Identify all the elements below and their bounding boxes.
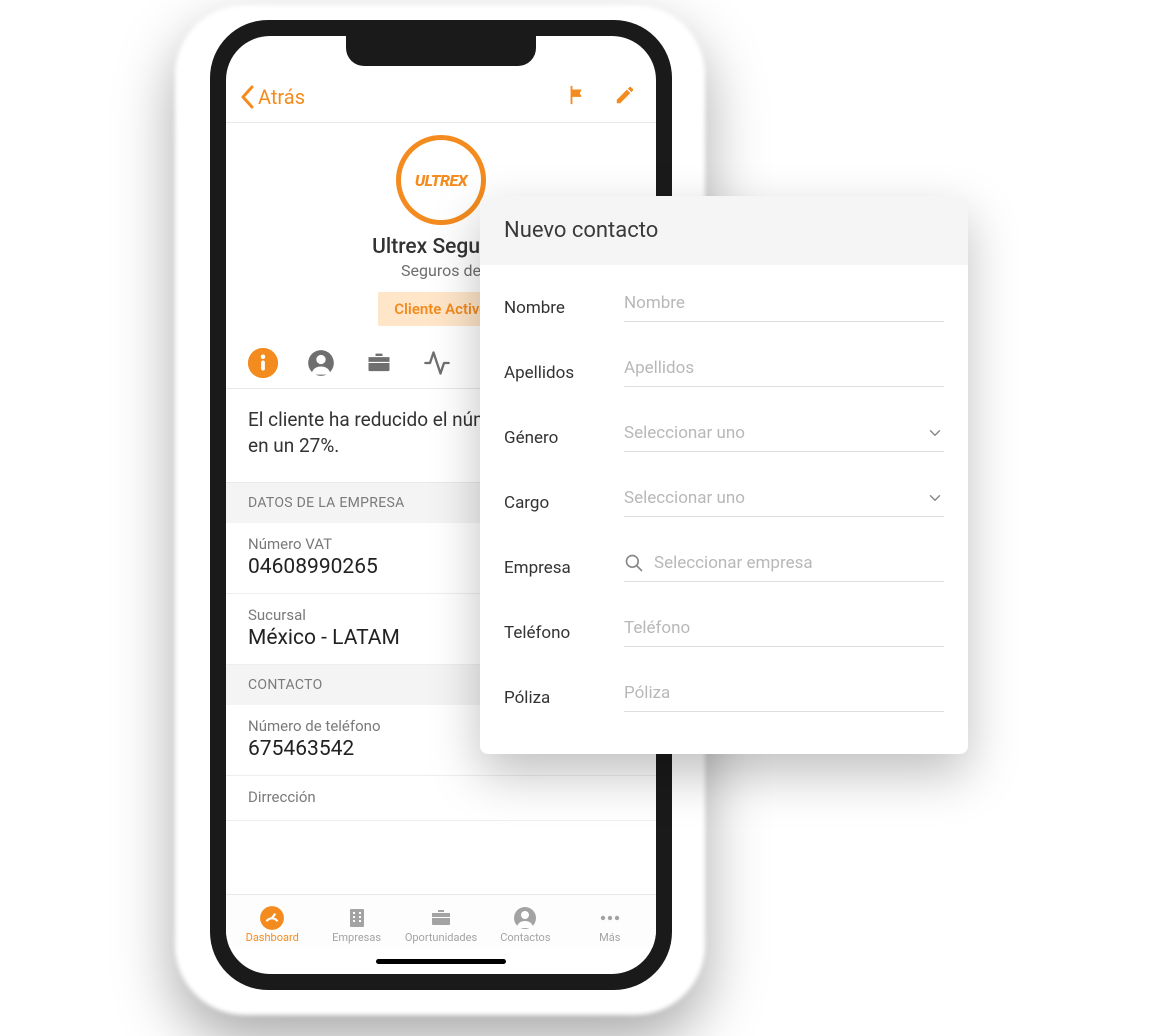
nav-more[interactable]: Más [568,905,652,944]
role-label: Cargo [504,493,624,513]
nav-label: Dashboard [246,931,299,944]
gender-placeholder: Seleccionar uno [624,423,916,443]
form-row-company: Empresa Seleccionar empresa [504,535,944,600]
phone-field-label: Teléfono [504,623,624,643]
form-row-role: Cargo Seleccionar uno [504,470,944,535]
tab-person[interactable] [306,348,336,378]
info-icon [248,348,278,378]
role-placeholder: Seleccionar uno [624,488,916,508]
company-placeholder: Seleccionar empresa [654,553,944,573]
nav-dashboard[interactable]: Dashboard [230,905,314,944]
home-indicator [226,948,656,974]
address-label: Dirrección [248,788,634,806]
form-row-gender: Género Seleccionar uno [504,405,944,470]
more-icon [597,906,623,930]
company-label: Empresa [504,558,624,578]
panel-title: Nuevo contacto [480,196,968,265]
activity-icon [422,349,452,377]
bottom-nav: Dashboard Empresas Oportunidades Contact… [226,894,656,948]
form-row-policy: Póliza Póliza [504,665,944,730]
nav-label: Contactos [500,931,550,944]
tab-briefcase[interactable] [364,348,394,378]
flag-icon[interactable] [566,84,588,110]
back-label: Atrás [258,85,305,109]
lastname-placeholder: Apellidos [624,358,944,378]
chevron-down-icon [926,489,944,507]
briefcase-icon [428,906,454,930]
name-input[interactable]: Nombre [624,293,944,322]
role-select[interactable]: Seleccionar uno [624,488,944,517]
form-row-lastname: Apellidos Apellidos [504,340,944,405]
lastname-input[interactable]: Apellidos [624,358,944,387]
name-label: Nombre [504,298,624,318]
field-address: Dirrección [226,776,656,821]
nav-opportunities[interactable]: Oportunidades [399,905,483,944]
tab-activity[interactable] [422,348,452,378]
person-icon [307,349,335,377]
nav-label: Empresas [332,931,381,944]
nav-companies[interactable]: Empresas [314,905,398,944]
briefcase-icon [365,349,393,377]
name-placeholder: Nombre [624,293,944,313]
dashboard-icon [259,905,285,931]
new-contact-panel: Nuevo contacto Nombre Nombre Apellidos A… [480,196,968,754]
lastname-label: Apellidos [504,363,624,383]
search-icon [624,553,644,573]
chevron-down-icon [926,424,944,442]
policy-label: Póliza [504,688,624,708]
policy-placeholder: Póliza [624,683,944,703]
phone-placeholder: Teléfono [624,618,944,638]
edit-icon[interactable] [614,84,636,110]
gender-label: Género [504,428,624,448]
policy-input[interactable]: Póliza [624,683,944,712]
form-row-phone: Teléfono Teléfono [504,600,944,665]
gender-select[interactable]: Seleccionar uno [624,423,944,452]
nav-label: Oportunidades [405,931,477,944]
company-search[interactable]: Seleccionar empresa [624,553,944,582]
phone-input[interactable]: Teléfono [624,618,944,647]
form-row-name: Nombre Nombre [504,275,944,340]
tab-info[interactable] [248,348,278,378]
chevron-left-icon [240,85,256,109]
company-logo: ULTREX [396,135,486,225]
nav-label: Más [599,931,620,944]
logo-text: ULTREX [415,171,467,190]
building-icon [345,906,369,930]
phone-notch [346,36,536,66]
nav-contacts[interactable]: Contactos [483,905,567,944]
back-button[interactable]: Atrás [240,85,305,109]
person-icon [513,906,537,930]
company-subtitle: Seguros de [401,261,481,280]
